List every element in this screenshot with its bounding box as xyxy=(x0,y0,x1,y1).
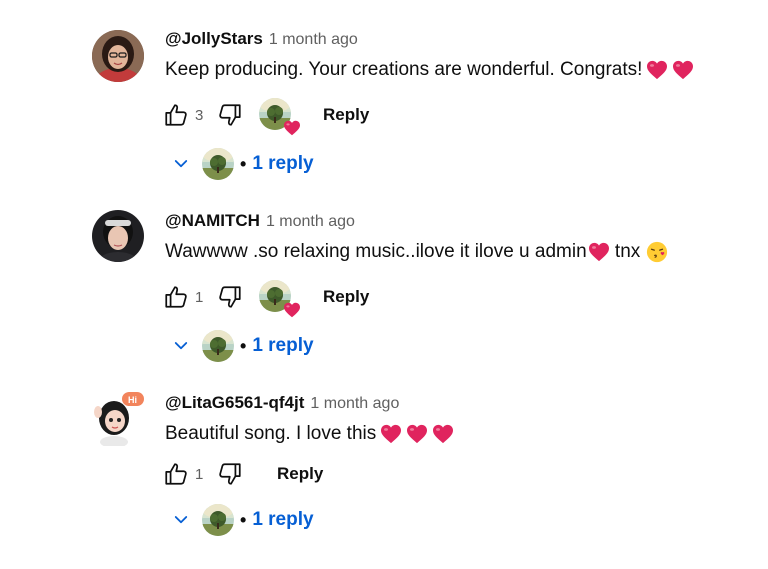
comment-time[interactable]: 1 month ago xyxy=(269,31,358,49)
view-replies-button[interactable]: • 1 reply xyxy=(172,502,314,538)
chevron-down-icon xyxy=(172,155,190,173)
comment-header: @JollyStars 1 month ago xyxy=(165,29,358,53)
like-count: 1 xyxy=(195,465,204,483)
heart-icon xyxy=(283,120,301,136)
chevron-down-icon xyxy=(172,337,190,355)
creator-heart xyxy=(259,98,293,132)
chevron-down-icon xyxy=(172,511,190,529)
comment-header: @NAMITCH 1 month ago xyxy=(165,211,355,235)
red-heart-icon xyxy=(432,424,454,444)
creator-heart xyxy=(259,280,293,314)
comment-text-content: Beautiful song. I love this xyxy=(165,423,377,444)
comment-text: Beautiful song. I love this xyxy=(165,423,454,445)
separator-dot: • xyxy=(240,509,247,530)
comment-text: Keep producing. Your creations are wonde… xyxy=(165,59,694,81)
avatar[interactable] xyxy=(92,210,144,262)
comment-author[interactable]: @JollyStars xyxy=(165,29,263,49)
channel-avatar xyxy=(202,148,234,180)
like-count: 3 xyxy=(195,106,204,124)
red-heart-icon xyxy=(672,60,694,80)
channel-avatar xyxy=(202,504,234,536)
like-icon[interactable] xyxy=(163,102,189,128)
reply-button[interactable]: Reply xyxy=(323,287,369,307)
comment-header: @LitaG6561-qf4jt 1 month ago xyxy=(165,393,399,417)
replies-count[interactable]: 1 reply xyxy=(252,335,313,357)
separator-dot: • xyxy=(240,153,247,174)
avatar[interactable] xyxy=(92,30,144,82)
avatar[interactable]: Hi xyxy=(92,390,144,448)
comment-author[interactable]: @NAMITCH xyxy=(165,211,260,231)
avatar-image xyxy=(92,210,144,262)
face-blowing-kiss-icon xyxy=(646,241,668,263)
separator-dot: • xyxy=(240,335,247,356)
view-replies-button[interactable]: • 1 reply xyxy=(172,328,314,364)
like-count: 1 xyxy=(195,288,204,306)
like-icon[interactable] xyxy=(163,461,189,487)
dislike-icon[interactable] xyxy=(217,102,243,128)
red-heart-icon xyxy=(406,424,428,444)
comment-text-content: Wawwww .so relaxing music..ilove it ilov… xyxy=(165,241,587,262)
view-replies-button[interactable]: • 1 reply xyxy=(172,146,314,182)
heart-icon xyxy=(283,302,301,318)
comment-author[interactable]: @LitaG6561-qf4jt xyxy=(165,393,304,413)
dislike-icon[interactable] xyxy=(217,284,243,310)
replies-count[interactable]: 1 reply xyxy=(252,509,313,531)
red-heart-icon xyxy=(646,60,668,80)
comment-text-content: Keep producing. Your creations are wonde… xyxy=(165,59,643,80)
comment-actions: 1 Reply xyxy=(163,280,369,314)
comment-text-suffix: tnx xyxy=(609,241,641,262)
comment-actions: 1 Reply xyxy=(163,457,323,491)
red-heart-icon xyxy=(588,242,610,262)
reply-button[interactable]: Reply xyxy=(323,105,369,125)
reply-button[interactable]: Reply xyxy=(277,464,323,484)
comment-actions: 3 Reply xyxy=(163,98,369,132)
comment-time[interactable]: 1 month ago xyxy=(266,213,355,231)
comment-time[interactable]: 1 month ago xyxy=(310,395,399,413)
svg-text:Hi: Hi xyxy=(128,395,137,405)
like-icon[interactable] xyxy=(163,284,189,310)
channel-avatar xyxy=(202,330,234,362)
replies-count[interactable]: 1 reply xyxy=(252,153,313,175)
comment-text: Wawwww .so relaxing music..ilove it ilov… xyxy=(165,241,668,263)
avatar-image: Hi xyxy=(94,392,144,448)
dislike-icon[interactable] xyxy=(217,461,243,487)
red-heart-icon xyxy=(380,424,402,444)
avatar-image xyxy=(92,30,144,82)
